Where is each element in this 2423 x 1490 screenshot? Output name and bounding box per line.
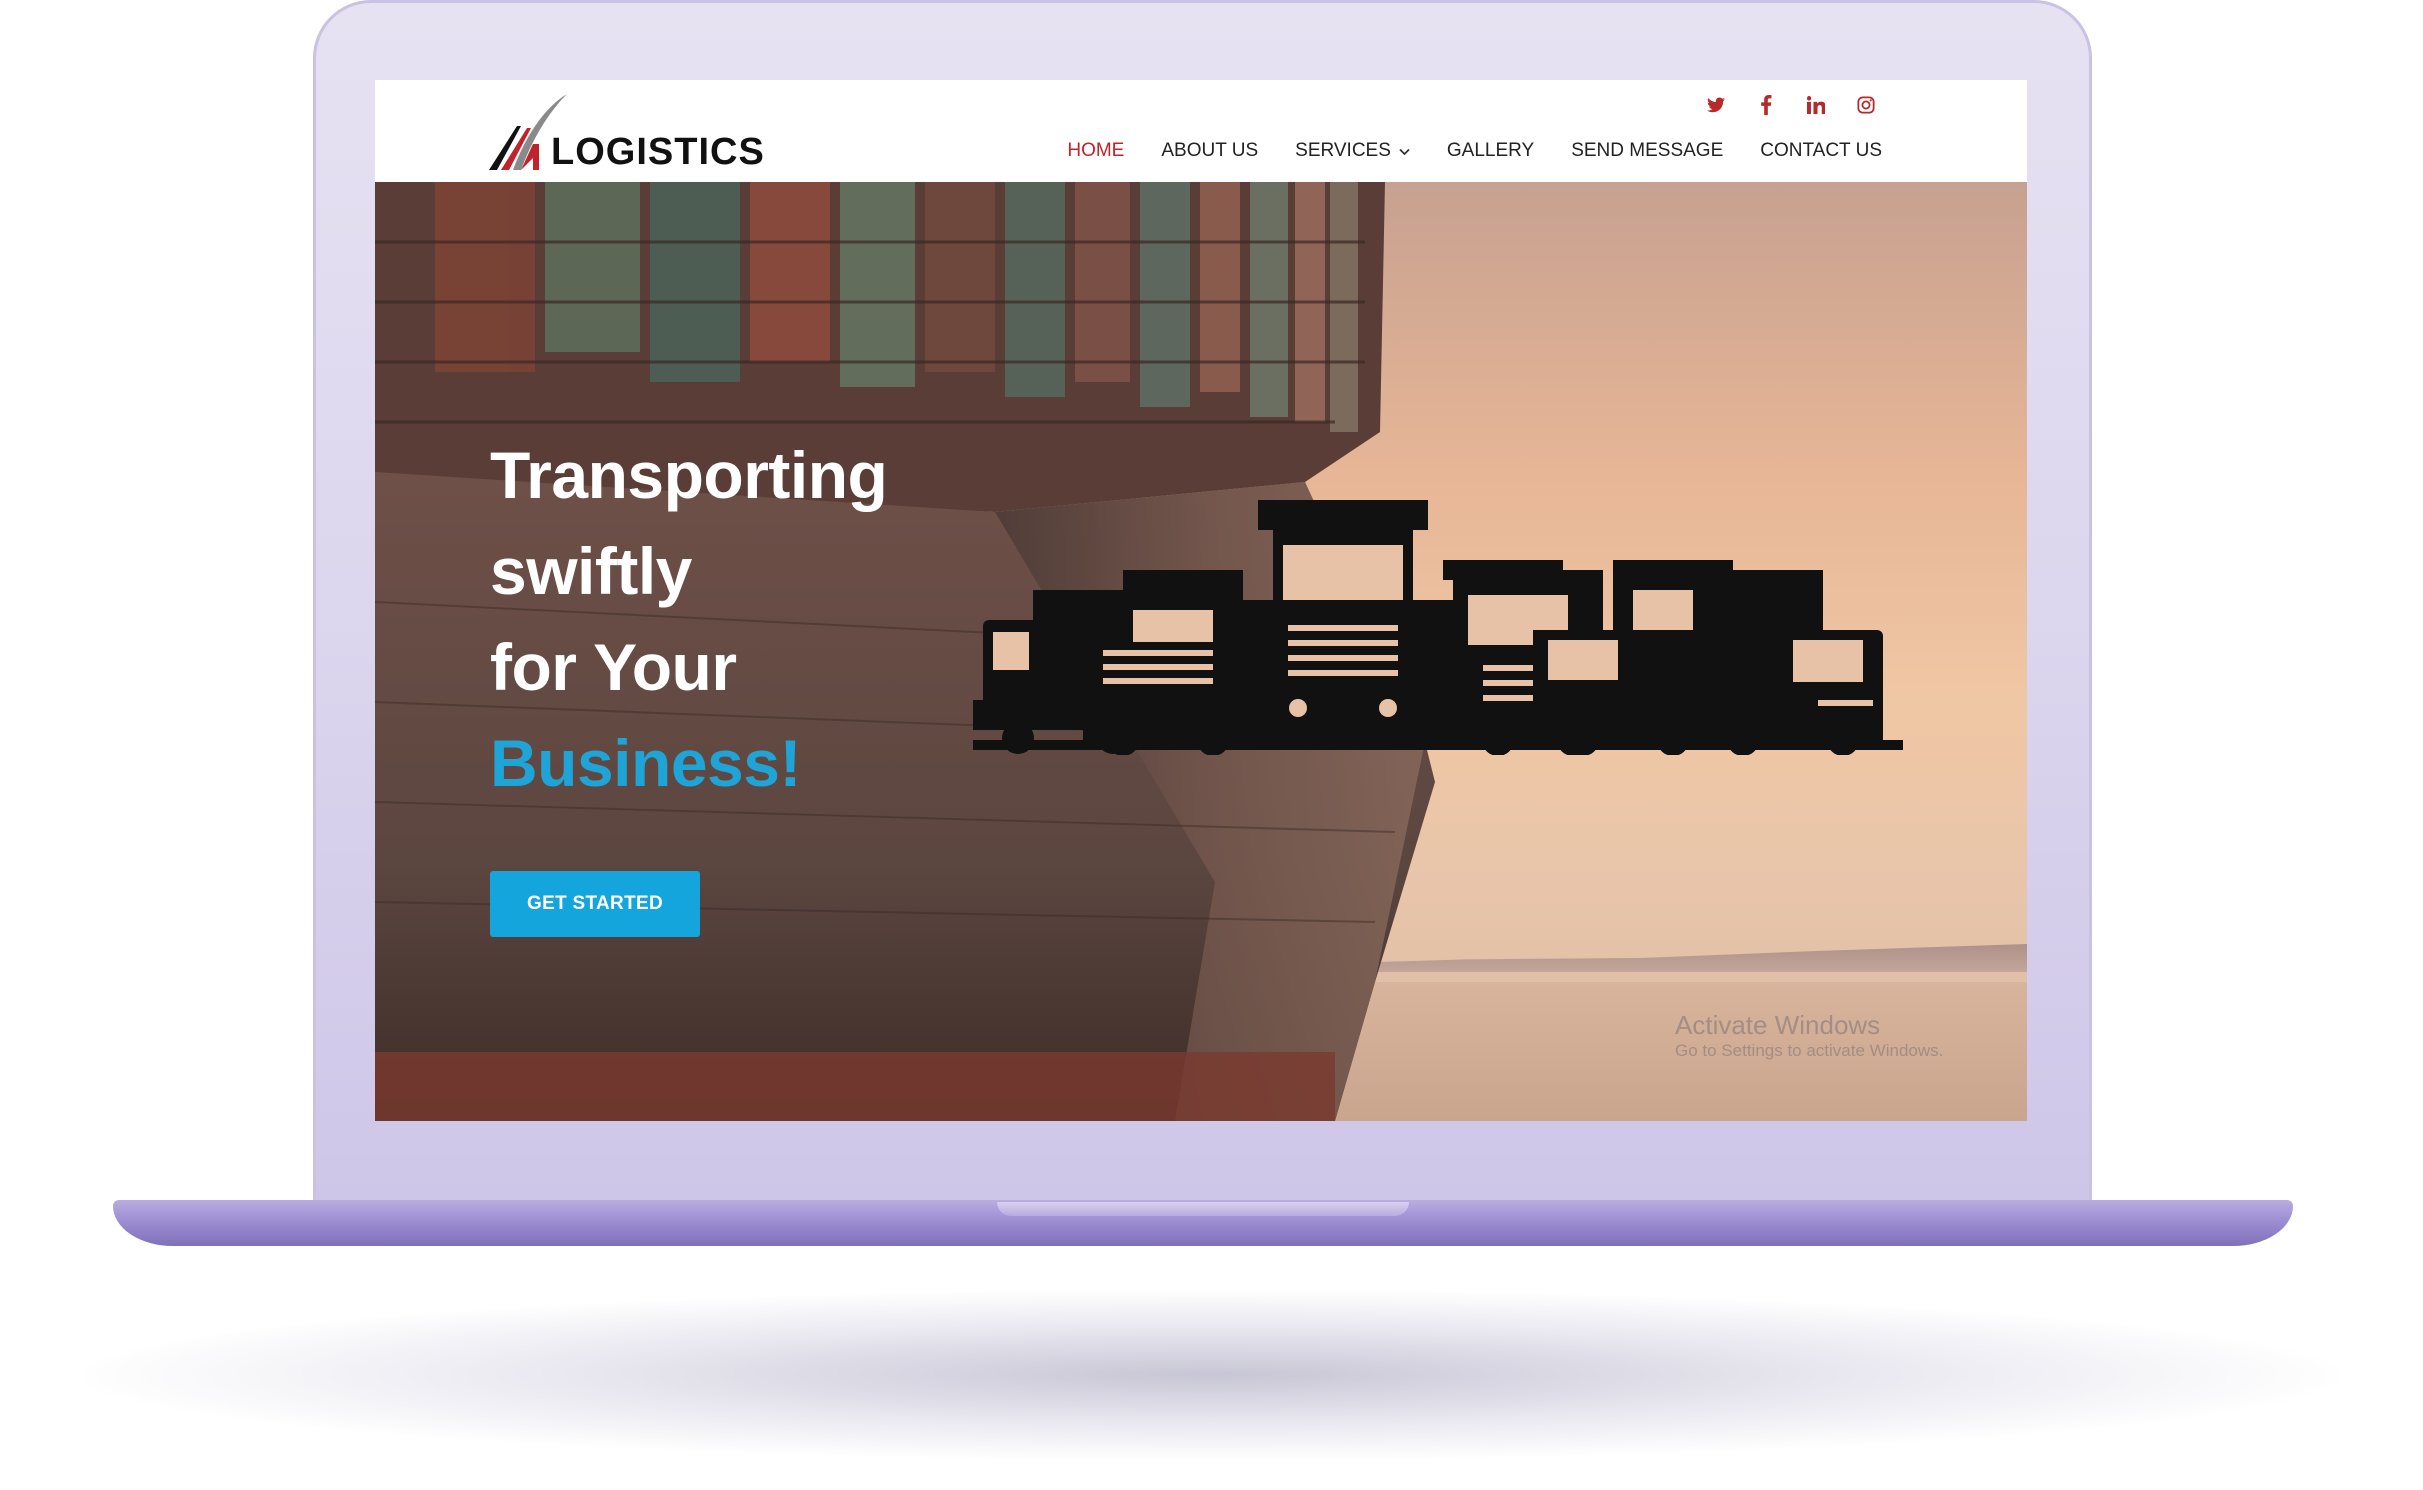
twitter-icon[interactable]: [1705, 94, 1727, 116]
site-logo[interactable]: LOGISTICS: [487, 92, 767, 172]
floor-shadow: [80, 1290, 2340, 1460]
nav-gallery[interactable]: GALLERY: [1447, 140, 1534, 162]
hero-line-3: for Your: [490, 630, 737, 704]
get-started-button[interactable]: GET STARTED: [490, 871, 700, 937]
hero-section: Transporting swiftly for Your Business! …: [375, 182, 2027, 1121]
windows-activation-watermark: Activate Windows Go to Settings to activ…: [1675, 1010, 1943, 1062]
watermark-line-2: Go to Settings to activate Windows.: [1675, 1041, 1944, 1061]
hero-heading: Transporting swiftly for Your Business!: [490, 427, 888, 811]
laptop-screen: LOGISTICS HOME ABOUT US SERVICES GALLERY…: [375, 80, 2027, 1121]
hero-line-2: swiftly: [490, 534, 692, 608]
linkedin-icon[interactable]: [1805, 94, 1827, 116]
nav-send-message[interactable]: SEND MESSAGE: [1571, 140, 1723, 162]
hero-line-1: Transporting: [490, 438, 888, 512]
laptop-notch: [997, 1202, 1409, 1216]
instagram-icon[interactable]: [1855, 94, 1877, 116]
social-links: [1705, 94, 1877, 116]
nav-about-us[interactable]: ABOUT US: [1161, 140, 1258, 162]
nav-services-label: SERVICES: [1295, 140, 1391, 161]
site-header: LOGISTICS HOME ABOUT US SERVICES GALLERY…: [375, 80, 2027, 182]
chevron-down-icon: [1399, 143, 1410, 159]
logo-text: LOGISTICS: [551, 131, 765, 173]
nav-services[interactable]: SERVICES: [1295, 140, 1410, 162]
watermark-line-1: Activate Windows: [1675, 1010, 1881, 1040]
trucks-fleet-icon: [973, 500, 1903, 755]
mockup-stage: LOGISTICS HOME ABOUT US SERVICES GALLERY…: [0, 0, 2423, 1490]
hero-line-4: Business!: [490, 726, 801, 800]
nav-home[interactable]: HOME: [1067, 140, 1124, 162]
nav-contact-us[interactable]: CONTACT US: [1760, 140, 1882, 162]
facebook-icon[interactable]: [1755, 94, 1777, 116]
main-nav: HOME ABOUT US SERVICES GALLERY SEND MESS…: [1067, 140, 1882, 162]
